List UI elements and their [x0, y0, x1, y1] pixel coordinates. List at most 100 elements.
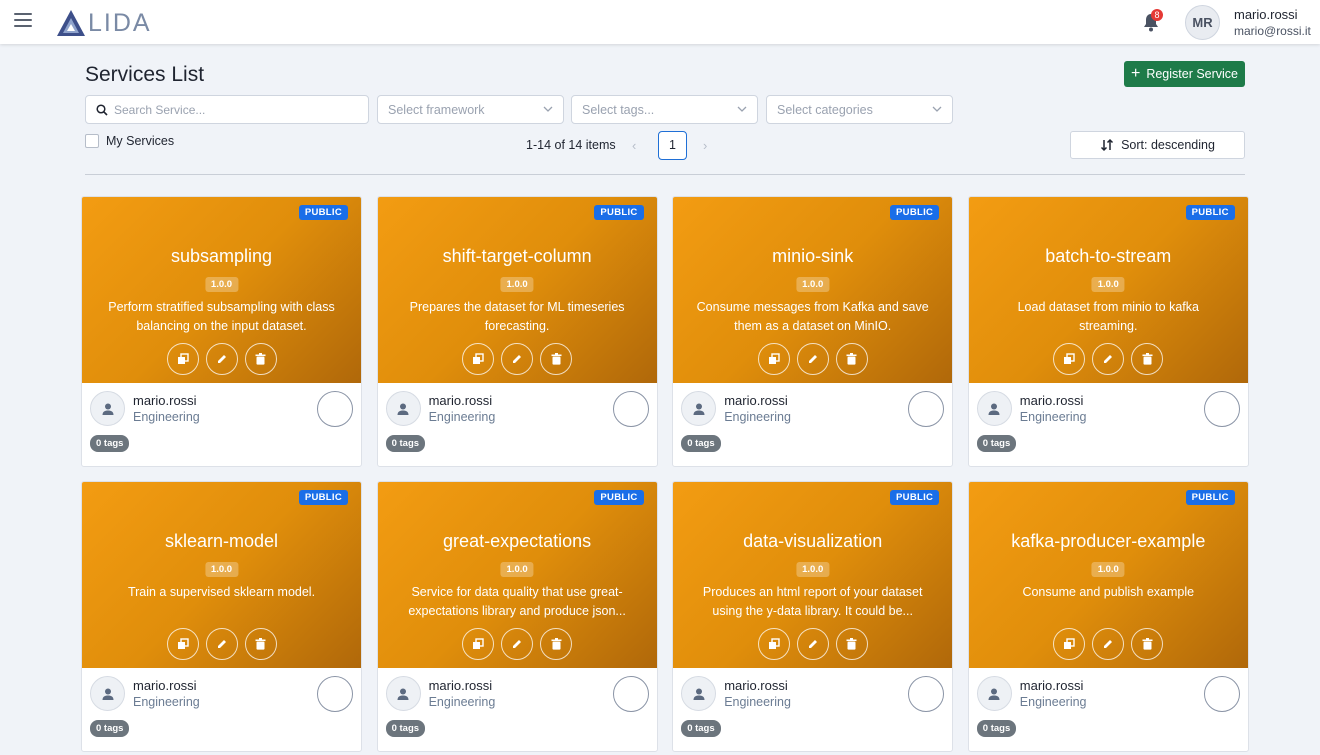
edit-button[interactable] — [205, 628, 238, 660]
delete-button[interactable] — [540, 628, 573, 660]
edit-button[interactable] — [796, 343, 829, 375]
search-input[interactable] — [114, 102, 354, 117]
framework-select[interactable]: Select framework — [377, 95, 564, 124]
register-service-button[interactable]: + Register Service — [1124, 61, 1245, 87]
duplicate-button[interactable] — [166, 628, 199, 660]
user-icon — [102, 403, 113, 415]
delete-button[interactable] — [835, 343, 868, 375]
pagination-prev-icon[interactable]: ‹ — [632, 138, 636, 153]
copy-icon — [1064, 353, 1075, 364]
menu-icon[interactable] — [14, 13, 32, 31]
service-card-header[interactable]: PUBLIC shift-target-column 1.0.0 Prepare… — [377, 197, 657, 383]
copy-icon — [768, 638, 780, 649]
service-card-header[interactable]: PUBLIC data-visualization 1.0.0 Produces… — [673, 482, 953, 668]
duplicate-button[interactable] — [1053, 343, 1086, 375]
service-card[interactable]: PUBLIC kafka-producer-example 1.0.0 Cons… — [967, 481, 1249, 752]
service-card-header[interactable]: PUBLIC sklearn-model 1.0.0 Train a super… — [82, 482, 361, 668]
duplicate-button[interactable] — [757, 628, 790, 660]
my-services-checkbox[interactable] — [85, 134, 99, 148]
tags-select[interactable]: Select tags... — [571, 95, 758, 124]
user-email: mario@rossi.it — [1234, 24, 1311, 38]
duplicate-button[interactable] — [757, 343, 790, 375]
service-card[interactable]: PUBLIC minio-sink 1.0.0 Consume messages… — [672, 196, 954, 467]
service-card-footer: mario.rossi Engineering 0 tags — [378, 668, 657, 751]
service-card-footer: mario.rossi Engineering 0 tags — [378, 383, 657, 466]
progress-ring — [1203, 391, 1240, 427]
service-card-header[interactable]: PUBLIC batch-to-stream 1.0.0 Load datase… — [968, 197, 1248, 383]
service-card-header[interactable]: PUBLIC kafka-producer-example 1.0.0 Cons… — [968, 482, 1248, 668]
owner-avatar — [976, 391, 1012, 426]
logo[interactable]: LIDA — [56, 8, 152, 38]
service-card[interactable]: PUBLIC subsampling 1.0.0 Perform stratif… — [81, 196, 362, 467]
edit-button[interactable] — [1092, 343, 1125, 375]
service-description: Train a supervised sklearn model. — [127, 585, 316, 599]
delete-button[interactable] — [244, 343, 277, 375]
owner-team: Engineering — [133, 695, 200, 709]
logo-text: LIDA — [88, 8, 152, 37]
pagination-next-icon[interactable]: › — [703, 138, 707, 153]
delete-button[interactable] — [1131, 628, 1164, 660]
duplicate-button[interactable] — [462, 343, 495, 375]
duplicate-button[interactable] — [1053, 628, 1086, 660]
delete-button[interactable] — [1131, 343, 1164, 375]
service-card[interactable]: PUBLIC great-expectations 1.0.0 Service … — [376, 481, 658, 752]
service-card[interactable]: PUBLIC shift-target-column 1.0.0 Prepare… — [376, 196, 658, 467]
owner-name: mario.rossi — [724, 393, 788, 408]
progress-ring — [908, 391, 945, 427]
chevron-down-icon — [543, 106, 553, 112]
owner-avatar — [976, 676, 1012, 711]
owner-name: mario.rossi — [1019, 393, 1084, 408]
version-badge: 1.0.0 — [500, 562, 534, 577]
service-card[interactable]: PUBLIC sklearn-model 1.0.0 Train a super… — [81, 481, 362, 752]
visibility-badge: PUBLIC — [1185, 490, 1235, 505]
service-card-header[interactable]: PUBLIC subsampling 1.0.0 Perform stratif… — [82, 197, 361, 383]
delete-button[interactable] — [835, 628, 868, 660]
edit-button[interactable] — [501, 343, 534, 375]
version-badge: 1.0.0 — [796, 277, 830, 292]
visibility-badge: PUBLIC — [298, 205, 348, 220]
duplicate-button[interactable] — [462, 628, 495, 660]
service-card-footer: mario.rossi Engineering 0 tags — [969, 668, 1248, 751]
services-grid: PUBLIC subsampling 1.0.0 Perform stratif… — [81, 196, 1249, 752]
visibility-badge: PUBLIC — [890, 205, 940, 220]
categories-select-placeholder: Select categories — [777, 102, 873, 117]
categories-select[interactable]: Select categories — [766, 95, 953, 124]
service-card[interactable]: PUBLIC batch-to-stream 1.0.0 Load datase… — [967, 196, 1249, 467]
user-icon — [988, 403, 1000, 415]
trash-icon — [255, 638, 266, 650]
visibility-badge: PUBLIC — [890, 490, 940, 505]
owner-name: mario.rossi — [1019, 678, 1084, 693]
register-service-label: Register Service — [1146, 67, 1239, 81]
copy-icon — [473, 353, 484, 364]
edit-button[interactable] — [501, 628, 534, 660]
delete-button[interactable] — [540, 343, 573, 375]
edit-button[interactable] — [205, 343, 238, 375]
sort-button[interactable]: Sort: descending — [1070, 131, 1245, 159]
delete-button[interactable] — [244, 628, 277, 660]
trash-icon — [846, 353, 857, 365]
user-icon — [693, 403, 705, 415]
edit-button[interactable] — [796, 628, 829, 660]
visibility-badge: PUBLIC — [298, 490, 348, 505]
sort-icon — [1101, 138, 1114, 152]
service-card-header[interactable]: PUBLIC minio-sink 1.0.0 Consume messages… — [673, 197, 953, 383]
copy-icon — [177, 638, 189, 649]
duplicate-button[interactable] — [166, 343, 199, 375]
my-services-filter[interactable]: My Services — [85, 134, 174, 148]
user-icon — [397, 403, 409, 415]
service-name: batch-to-stream — [1045, 246, 1172, 266]
edit-button[interactable] — [1092, 628, 1125, 660]
owner-avatar — [681, 391, 717, 426]
trash-icon — [1142, 638, 1153, 650]
progress-ring — [612, 676, 649, 712]
service-card[interactable]: PUBLIC data-visualization 1.0.0 Produces… — [672, 481, 954, 752]
user-avatar[interactable]: MR — [1185, 5, 1220, 40]
divider — [85, 174, 1245, 175]
pagination-page-current[interactable]: 1 — [658, 131, 687, 160]
owner-avatar — [90, 391, 125, 426]
progress-ring — [908, 676, 945, 712]
service-card-header[interactable]: PUBLIC great-expectations 1.0.0 Service … — [377, 482, 657, 668]
notification-count-badge: 8 — [1151, 9, 1163, 21]
owner-avatar — [385, 391, 421, 426]
user-icon — [988, 688, 1000, 700]
